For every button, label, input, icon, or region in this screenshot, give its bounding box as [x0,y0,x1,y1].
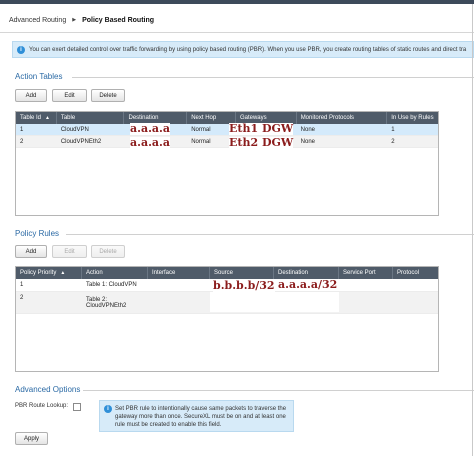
action-edit-button[interactable]: Edit [52,89,87,102]
grid-header: Policy Priority ▲ Action Interface Source… [16,267,438,279]
annotation-gateway-2: Eth2 DGW [229,136,294,149]
cell-action-line2: CloudVPNEth2 [86,303,127,309]
annotation-source: b.b.b.b/32 [213,279,275,292]
cell-action: Table 2: CloudVPNEth2 [82,292,148,314]
page-title: Policy Based Routing [82,16,155,24]
cell-action: Table 1: CloudVPN [86,282,137,288]
rule-add-button[interactable]: Add [15,245,47,258]
cell-destination [274,292,339,312]
cell-table: CloudVPN [60,126,89,133]
window-edge [472,4,473,456]
section-divider [66,234,474,235]
cell-in-use: 2 [391,138,395,145]
info-banner-text: You can exert detailed control over traf… [29,46,467,53]
col-monitored-protocols[interactable]: Monitored Protocols [297,112,388,124]
annotation-gateway-1: Eth1 DGW [229,122,294,135]
col-policy-priority[interactable]: Policy Priority ▲ [16,267,82,279]
policy-rules-title: Policy Rules [15,229,60,238]
apply-button[interactable]: Apply [15,432,48,445]
sort-asc-icon: ▲ [60,270,66,276]
action-delete-button[interactable]: Delete [91,89,125,102]
info-icon: i [104,405,112,413]
breadcrumb-parent[interactable]: Advanced Routing [9,17,66,24]
cell-id: 2 [20,138,24,145]
table-row[interactable]: 1 CloudVPN Normal None 1 [16,124,438,136]
col-in-use[interactable]: In Use by Rules [387,112,438,124]
action-add-button[interactable]: Add [15,89,47,102]
table-row[interactable]: 2 CloudVPNEth2 Normal None 2 [16,136,438,148]
cell-service-port [339,279,393,291]
col-source[interactable]: Source [210,267,274,279]
info-banner: i You can exert detailed control over tr… [12,41,474,58]
section-divider [72,77,474,78]
col-protocol[interactable]: Protocol [393,267,438,279]
col-table[interactable]: Table [57,112,125,124]
rule-edit-button[interactable]: Edit [52,245,87,258]
rule-delete-button[interactable]: Delete [91,245,125,258]
annotation-destination: a.a.a.a/32 [278,278,338,291]
cell-source [210,292,274,312]
cell-priority: 1 [20,282,24,288]
col-interface[interactable]: Interface [148,267,210,279]
cell-monitored: None [300,126,316,133]
divider [0,32,474,33]
action-tables-grid: Table Id ▲ Table Destination Next Hop Gat… [15,111,439,216]
info-icon: i [17,45,25,54]
cell-priority: 2 [20,295,24,301]
section-divider [83,390,474,391]
cell-monitored: None [300,138,316,145]
pbr-tooltip-text: Set PBR rule to intentionally cause same… [115,406,287,428]
cell-in-use: 1 [391,126,395,133]
cell-table: CloudVPNEth2 [60,138,102,145]
cell-protocol [393,279,438,291]
cell-id: 1 [20,126,24,133]
annotation-destination-1: a.a.a.a [130,122,170,135]
grid-header: Table Id ▲ Table Destination Next Hop Gat… [16,112,438,124]
col-table-id[interactable]: Table Id ▲ [16,112,57,124]
cell-interface [148,279,210,291]
col-service-port[interactable]: Service Port [339,267,393,279]
col-action[interactable]: Action [82,267,148,279]
pbr-route-lookup-label: PBR Route Lookup: [15,403,69,409]
pbr-route-lookup-checkbox[interactable] [73,403,81,411]
table-row[interactable]: 2 Table 2: CloudVPNEth2 [16,292,438,314]
action-tables-title: Action Tables [15,72,63,81]
advanced-options-title: Advanced Options [15,385,81,394]
top-bar [0,0,474,4]
sort-asc-icon: ▲ [45,115,50,121]
breadcrumb: Advanced Routing ▶ Policy Based Routing [9,15,154,25]
annotation-destination-2: a.a.a.a [130,136,170,149]
pbr-tooltip: i Set PBR rule to intentionally cause sa… [99,400,294,432]
chevron-right-icon: ▶ [72,17,77,23]
